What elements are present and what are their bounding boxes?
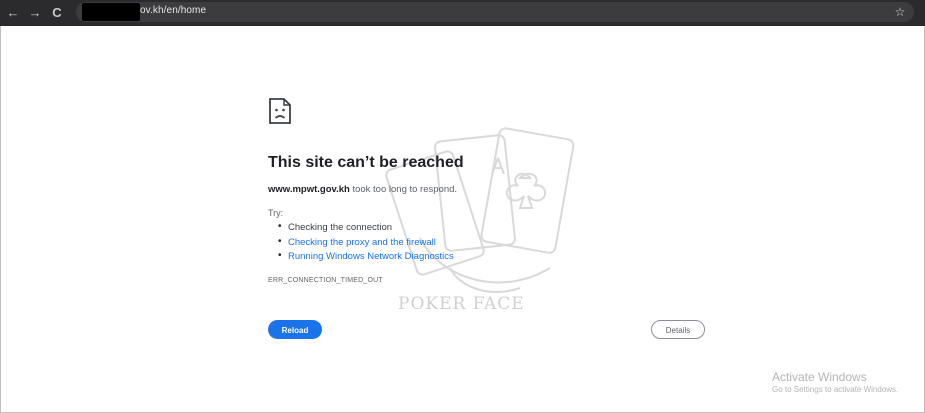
error-title: This site can’t be reached — [268, 154, 464, 171]
suggestion-list: Checking the connection Checking the pro… — [278, 221, 454, 266]
back-icon[interactable]: ← — [4, 4, 22, 22]
error-code: ERR_CONNECTION_TIMED_OUT — [268, 277, 383, 284]
poker-card-watermark — [385, 127, 575, 293]
try-label: Try: — [268, 208, 284, 218]
details-button[interactable]: Details — [651, 320, 705, 339]
reload-button[interactable]: Reload — [268, 320, 322, 339]
suggestion-link[interactable]: Running Windows Network Diagnostics — [278, 250, 454, 266]
address-bar[interactable]: ov.kh/en/home ☆ — [76, 2, 914, 22]
suggestion-link[interactable]: Checking the proxy and the firewall — [278, 236, 454, 252]
error-host-suffix: took too long to respond. — [349, 184, 458, 195]
browser-toolbar: ← → C ov.kh/en/home ☆ — [0, 0, 925, 26]
suggestion-item: Checking the connection — [278, 221, 454, 237]
reload-icon[interactable]: C — [48, 4, 66, 22]
url-text: ov.kh/en/home — [140, 5, 207, 16]
url-redaction — [82, 3, 140, 21]
watermark-text: POKER FACE — [398, 294, 525, 314]
sad-page-icon — [269, 98, 291, 124]
activation-title: Activate Windows — [772, 370, 867, 384]
star-icon[interactable]: ☆ — [893, 3, 907, 21]
error-description: www.mpwt.gov.kh took too long to respond… — [268, 184, 457, 195]
error-host: www.mpwt.gov.kh — [268, 184, 350, 195]
forward-icon[interactable]: → — [26, 4, 44, 22]
activation-subtitle: Go to Settings to activate Windows. — [772, 385, 899, 394]
windows-activation-notice: Activate Windows Go to Settings to activ… — [772, 370, 898, 394]
